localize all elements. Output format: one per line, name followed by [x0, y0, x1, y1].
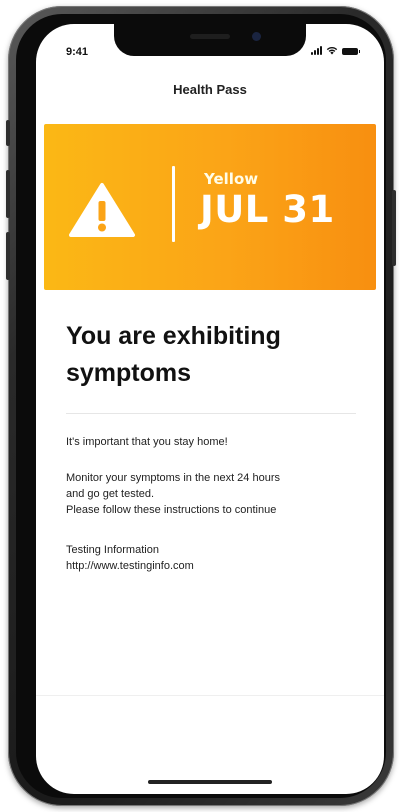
front-camera — [252, 32, 261, 41]
instruction-line: Monitor your symptoms in the next 24 hou… — [66, 472, 280, 484]
status-icons — [311, 46, 360, 55]
wifi-icon — [326, 46, 338, 55]
page-title: Health Pass — [173, 82, 247, 97]
status-level-label: Yellow — [204, 170, 259, 188]
mute-switch — [6, 120, 10, 146]
status-time: 9:41 — [66, 46, 89, 58]
footer-divider — [36, 695, 384, 696]
status-date: JUL 31 — [200, 188, 335, 231]
status-banner: Yellow JUL 31 — [44, 124, 376, 290]
testing-info-link[interactable]: http://www.testinginfo.com — [66, 558, 194, 574]
phone-screen: 9:41 Health Pass Yellow JUL 31 You are e… — [36, 24, 384, 794]
banner-divider — [172, 166, 175, 242]
notch — [114, 24, 306, 56]
signal-icon — [311, 46, 322, 55]
divider — [66, 413, 356, 414]
power-button — [392, 190, 396, 266]
volume-down-button — [6, 232, 10, 280]
symptom-headline: You are exhibiting symptoms — [66, 322, 281, 387]
phone-mockup: 9:41 Health Pass Yellow JUL 31 You are e… — [0, 0, 400, 812]
speaker-grille — [190, 34, 230, 39]
instructions-message: Monitor your symptoms in the next 24 hou… — [66, 470, 280, 518]
stay-home-message: It's important that you stay home! — [66, 434, 228, 450]
stay-home-text: It's important that you stay home! — [66, 436, 228, 448]
testing-info-label: Testing Information — [66, 544, 159, 556]
instruction-line: and go get tested. — [66, 488, 155, 500]
home-indicator[interactable] — [148, 780, 272, 784]
warning-icon — [69, 183, 135, 237]
battery-icon — [342, 48, 360, 55]
instruction-line: Please follow these instructions to cont… — [66, 504, 277, 516]
volume-up-button — [6, 170, 10, 218]
testing-info: Testing Information http://www.testingin… — [66, 542, 194, 574]
